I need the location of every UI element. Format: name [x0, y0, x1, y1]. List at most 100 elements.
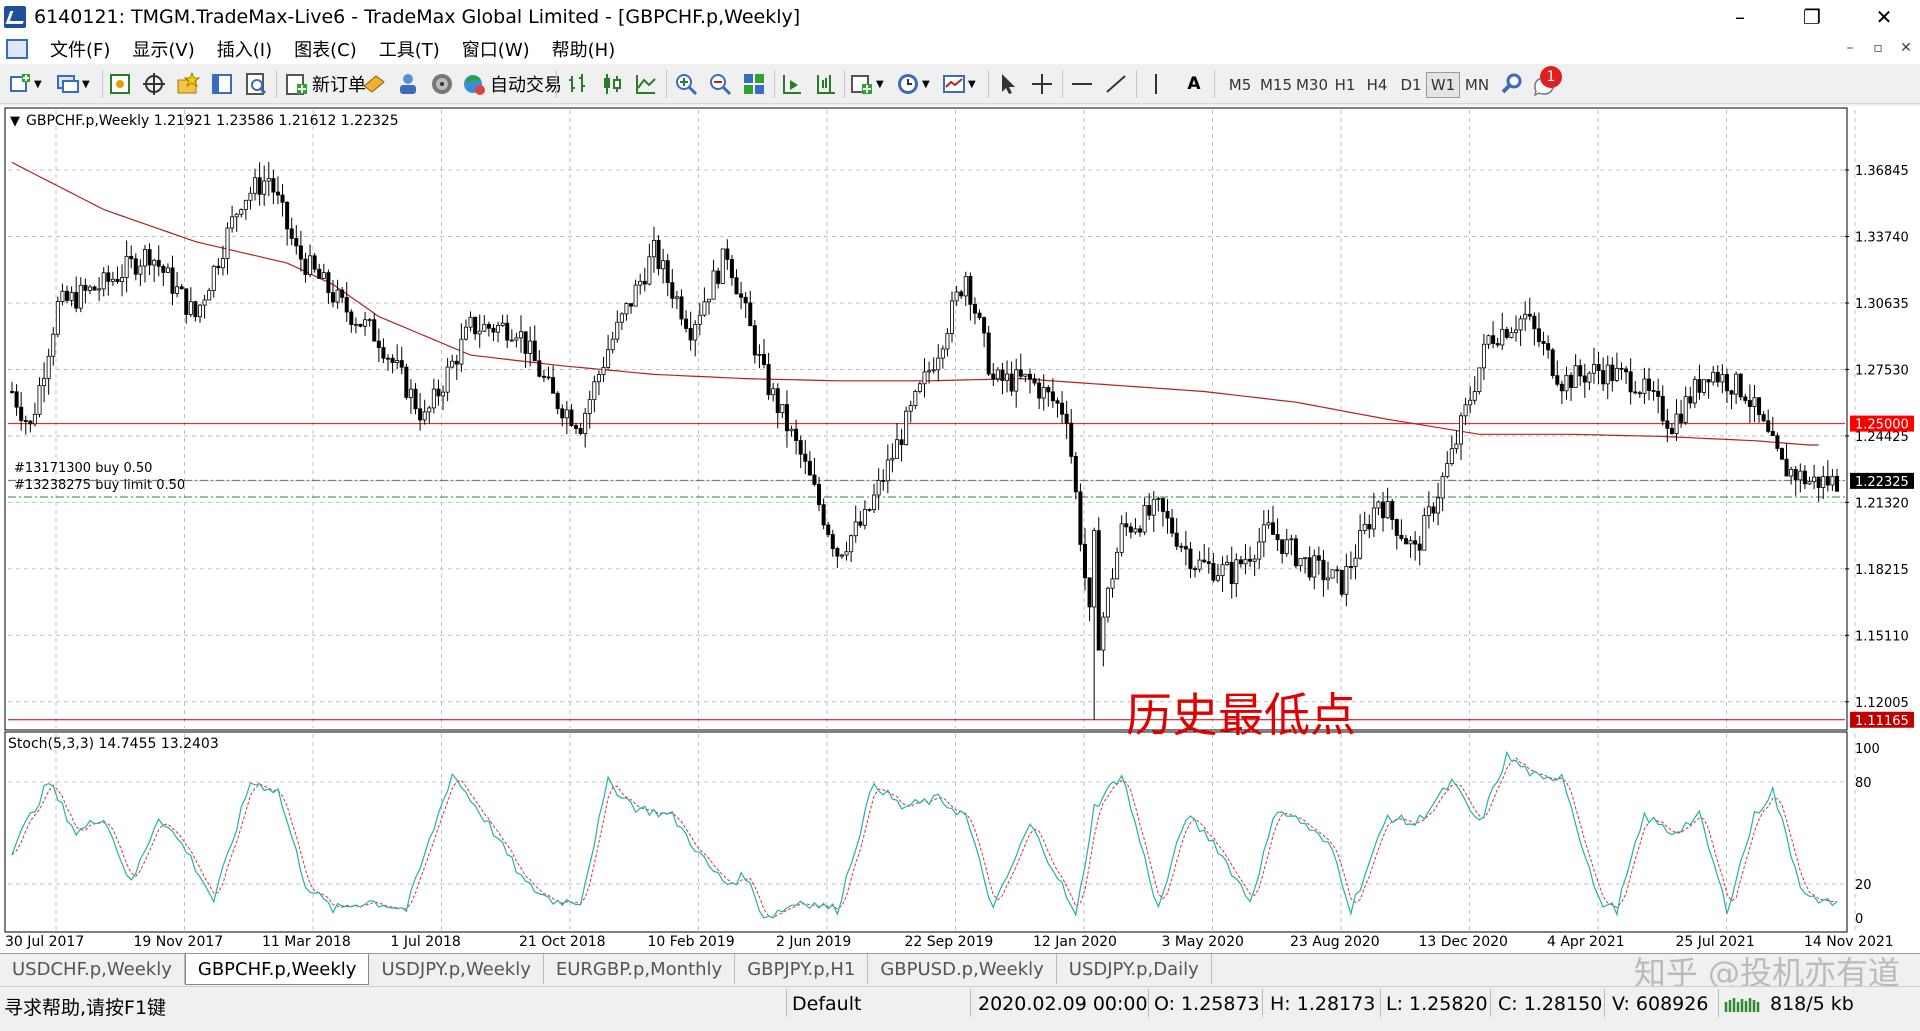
bullish-candle — [239, 209, 244, 215]
timeframe-h1-button[interactable]: H1 — [1328, 72, 1362, 98]
indicators-button[interactable]: ▼ — [850, 70, 884, 98]
community-button[interactable] — [396, 70, 420, 98]
notifications-button[interactable]: 1 — [1532, 66, 1562, 98]
child-restore-button[interactable]: ▫ — [1864, 36, 1892, 60]
timeframe-h4-button[interactable]: H4 — [1360, 72, 1394, 98]
bearish-candle — [1491, 335, 1496, 344]
timeframe-m15-button[interactable]: M15 — [1256, 72, 1296, 98]
bullish-candle — [1376, 501, 1381, 509]
chart-window-icon[interactable] — [6, 39, 28, 59]
candlestick-button[interactable] — [600, 70, 624, 98]
timeframe-m5-button[interactable]: M5 — [1222, 72, 1258, 98]
bullish-candle — [596, 374, 601, 383]
horizontal-line-tool-button[interactable] — [1070, 70, 1094, 98]
tab-usdchf-weekly[interactable]: USDCHF.p,Weekly — [0, 954, 185, 984]
signals-button[interactable] — [430, 70, 454, 98]
timeframe-w1-button[interactable]: W1 — [1426, 72, 1460, 98]
bullish-candle — [78, 284, 83, 309]
cursor-tool-button[interactable] — [996, 70, 1020, 98]
menu-help[interactable]: 帮助(H) — [552, 36, 616, 62]
bearish-candle — [729, 258, 734, 279]
bearish-candle — [289, 228, 294, 239]
market-watch-icon — [110, 74, 130, 94]
text-tool-button[interactable]: A — [1182, 70, 1206, 98]
price-chart[interactable]: ▼ GBPCHF.p,Weekly 1.21921 1.23586 1.2161… — [0, 106, 1920, 953]
child-minimize-button[interactable]: – — [1836, 36, 1864, 60]
navigator-button[interactable] — [176, 70, 200, 98]
chart-shift-button[interactable] — [814, 70, 838, 98]
menu-window[interactable]: 窗口(W) — [462, 36, 530, 62]
bullish-candle — [32, 413, 37, 425]
tab-gbpchf-weekly[interactable]: GBPCHF.p,Weekly — [184, 954, 370, 985]
tab-gbpjpy-h1[interactable]: GBPJPY.p,H1 — [735, 954, 869, 984]
bullish-candle — [1523, 313, 1528, 320]
bullish-candle — [308, 255, 313, 275]
trendline-icon — [1106, 75, 1126, 93]
timeframe-d1-button[interactable]: D1 — [1394, 72, 1428, 98]
search-button[interactable] — [1500, 70, 1524, 98]
profiles-button[interactable]: ▼ — [56, 70, 90, 98]
bearish-candle — [1280, 539, 1285, 555]
menu-charts[interactable]: 图表(C) — [294, 36, 357, 62]
bearish-candle — [1027, 373, 1032, 380]
close-button[interactable]: ✕ — [1848, 0, 1920, 34]
bullish-candle — [248, 192, 253, 201]
tab-usdjpy-daily[interactable]: USDJPY.p,Daily — [1057, 954, 1212, 984]
bearish-candle — [413, 388, 418, 410]
bearish-candle — [1082, 544, 1087, 579]
minimize-button[interactable]: – — [1704, 0, 1776, 34]
bullish-candle — [1371, 507, 1376, 530]
tile-windows-button[interactable] — [742, 70, 766, 98]
bearish-candle — [1646, 378, 1651, 391]
bullish-candle — [367, 319, 372, 322]
bullish-candle — [1133, 528, 1138, 533]
menu-file[interactable]: 文件(F) — [50, 36, 110, 62]
periods-button[interactable]: ▼ — [896, 70, 930, 98]
timeframe-mn-button[interactable]: MN — [1458, 72, 1496, 98]
bullish-candle — [1041, 387, 1046, 399]
bearish-candle — [784, 404, 789, 432]
terminal-button[interactable] — [210, 70, 234, 98]
new-chart-button[interactable]: ▼ — [8, 70, 42, 98]
bearish-candle — [1179, 545, 1184, 548]
restore-button[interactable]: ❐ — [1776, 0, 1848, 34]
zoom-out-button[interactable] — [708, 70, 732, 98]
auto-trading-button[interactable]: 自动交易 — [462, 70, 562, 98]
bullish-candle — [1605, 364, 1610, 385]
window-title: 6140121: TMGM.TradeMax-Live6 - TradeMax … — [34, 6, 801, 28]
chart-window[interactable]: ▼ GBPCHF.p,Weekly 1.21921 1.23586 1.2161… — [0, 106, 1920, 953]
bearish-candle — [1394, 519, 1399, 536]
market-watch-button[interactable] — [108, 70, 132, 98]
bearish-candle — [294, 238, 299, 247]
line-chart-button[interactable] — [634, 70, 658, 98]
crosshair-tool-button[interactable] — [1030, 70, 1054, 98]
price-tag-1-25000: 1.25000 — [1855, 418, 1909, 433]
templates-button[interactable]: ▼ — [942, 70, 976, 98]
bullish-candle — [120, 277, 125, 282]
bullish-candle — [1298, 558, 1303, 567]
zoom-in-button[interactable] — [674, 70, 698, 98]
menu-view[interactable]: 显示(V) — [132, 36, 194, 62]
tab-gbpusd-weekly[interactable]: GBPUSD.p,Weekly — [868, 954, 1057, 984]
bullish-candle — [606, 349, 611, 368]
bearish-candle — [1170, 517, 1175, 534]
metaeditor-button[interactable] — [362, 70, 386, 98]
tab-usdjpy-weekly[interactable]: USDJPY.p,Weekly — [369, 954, 544, 984]
trendline-tool-button[interactable] — [1104, 70, 1128, 98]
bullish-candle — [706, 298, 711, 303]
bearish-candle — [129, 255, 134, 260]
menu-insert[interactable]: 插入(I) — [217, 36, 272, 62]
strategy-tester-button[interactable] — [244, 70, 268, 98]
new-order-button[interactable]: 新订单 — [284, 70, 366, 98]
auto-scroll-button[interactable] — [780, 70, 804, 98]
child-close-button[interactable]: ✕ — [1892, 36, 1920, 60]
annotation-historic-low[interactable]: 历史最低点 — [1126, 688, 1356, 742]
timeframe-m30-button[interactable]: M30 — [1292, 72, 1332, 98]
vertical-line-tool-button[interactable] — [1144, 70, 1168, 98]
price-axis-label: 1.21320 — [1855, 496, 1909, 511]
tab-eurgbp-monthly[interactable]: EURGBP.p,Monthly — [544, 954, 736, 984]
data-window-button[interactable] — [142, 70, 166, 98]
menu-tools[interactable]: 工具(T) — [379, 36, 440, 62]
bearish-candle — [1050, 391, 1055, 402]
bar-chart-button[interactable] — [566, 70, 590, 98]
